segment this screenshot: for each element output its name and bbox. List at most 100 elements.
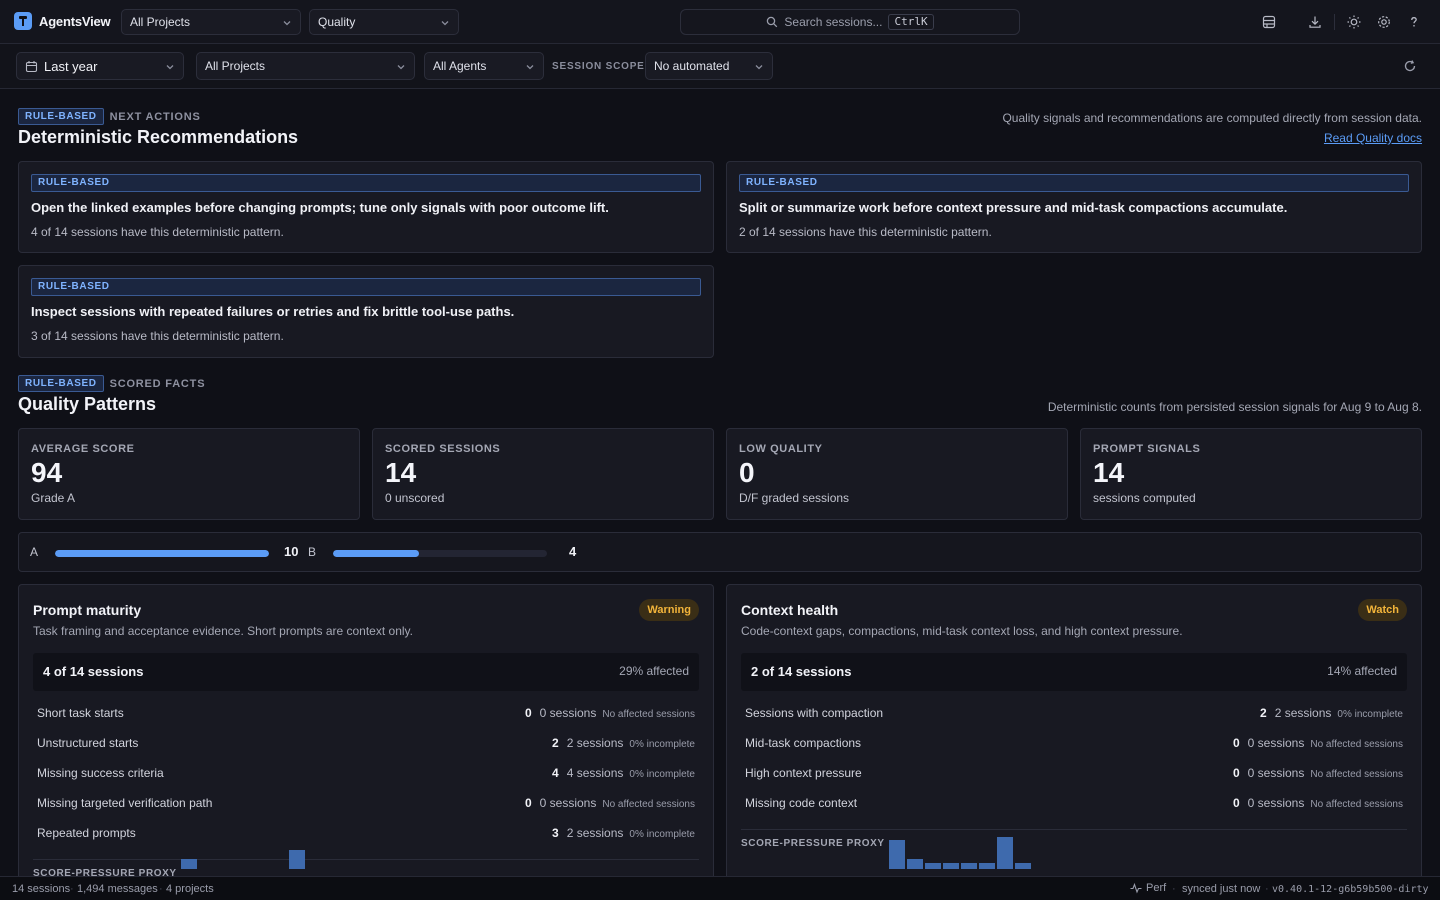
database-icon[interactable] — [1261, 14, 1277, 30]
proxy-bar — [943, 863, 959, 869]
stat-value: 94 — [31, 457, 63, 488]
signal-label: Sessions with compaction — [745, 706, 884, 720]
chevron-down-icon — [755, 65, 763, 70]
recommendation-subtitle: 4 of 14 sessions have this deterministic… — [31, 225, 284, 239]
signal-row[interactable]: Repeated prompts 3 2 sessions 0% incomplet… — [37, 824, 695, 844]
status-badge: Watch — [1358, 599, 1407, 621]
download-icon[interactable] — [1307, 14, 1323, 30]
recommendation-subtitle: 3 of 14 sessions have this deterministic… — [31, 329, 284, 343]
chevron-down-icon — [526, 65, 534, 70]
signal-status: No affected sessions — [1310, 799, 1403, 810]
stat-card-low-quality: LOW QUALITY 0 D/F graded sessions — [726, 428, 1068, 520]
session-scope-value: No automated — [654, 59, 730, 73]
filter-bar: Last year All Projects All Agents No aut… — [0, 44, 1440, 89]
help-icon[interactable] — [1406, 14, 1422, 30]
gear-icon[interactable] — [1376, 14, 1392, 30]
section-title: Quality Patterns — [18, 394, 157, 414]
view-select-value: Quality — [318, 15, 356, 29]
signal-row[interactable]: Missing code context 0 0 sessions No affec… — [745, 794, 1403, 814]
signal-label: High context pressure — [745, 766, 862, 780]
project-filter-select[interactable]: All Projects — [196, 52, 415, 80]
signal-status: No affected sessions — [1310, 769, 1403, 780]
date-range-select[interactable]: Last year — [16, 52, 184, 80]
session-scope-label: SESSION SCOPE — [552, 61, 645, 72]
proxy-bar — [889, 840, 905, 869]
grade-bar — [55, 550, 269, 557]
recommendation-title: Open the linked examples before changing… — [31, 200, 609, 215]
stat-subtitle: 0 unscored — [385, 491, 445, 505]
agents-select[interactable]: All Agents — [424, 52, 544, 80]
app-logo[interactable]: AgentsView — [14, 12, 111, 30]
panel-summary: 4 of 14 sessions 29% affected — [33, 653, 699, 691]
perf-button[interactable]: Perf — [1130, 882, 1166, 894]
signal-sessions: 0 sessions — [1247, 736, 1305, 750]
sun-icon[interactable] — [1346, 14, 1362, 30]
stat-card-scored-sessions: SCORED SESSIONS 14 0 unscored — [372, 428, 714, 520]
proxy-label: SCORE-PRESSURE PROXY — [33, 868, 177, 876]
panel-description: Code-context gaps, compactions, mid-task… — [741, 624, 1183, 638]
signal-count: 0 — [1232, 796, 1240, 810]
rule-based-badge: RULE-BASED — [18, 108, 104, 125]
stat-value: 14 — [1093, 457, 1125, 488]
rule-based-badge: RULE-BASED — [18, 375, 104, 392]
section-title: Deterministic Recommendations — [18, 127, 299, 147]
grade-count: 4 — [569, 544, 577, 559]
signal-row[interactable]: Missing targeted verification path 0 0 se… — [37, 794, 695, 814]
signal-row[interactable]: High context pressure 0 0 sessions No affe… — [745, 764, 1403, 784]
panel-description: Task framing and acceptance evidence. Sh… — [33, 624, 413, 638]
signal-status: No affected sessions — [1310, 739, 1403, 750]
separator-dot: · — [1172, 883, 1176, 895]
proxy-bar — [997, 837, 1013, 869]
signal-row[interactable]: Missing success criteria 4 4 sessions 0% i… — [37, 764, 695, 784]
panel-divider — [33, 859, 699, 860]
stat-label: LOW QUALITY — [739, 443, 823, 455]
recommendation-card[interactable]: RULE-BASED Inspect sessions with repeate… — [18, 265, 714, 358]
signal-label: Mid-task compactions — [745, 736, 862, 750]
grade-bar — [333, 550, 547, 557]
grade-bar-fill — [333, 550, 419, 557]
panel-title: Prompt maturity — [33, 602, 142, 618]
signal-status: No affected sessions — [602, 709, 695, 720]
recommendation-title: Split or summarize work before context p… — [739, 200, 1288, 215]
pulse-icon — [1130, 882, 1142, 894]
signal-row[interactable]: Unstructured starts 2 2 sessions 0% incomp… — [37, 734, 695, 754]
summary-count: 2 of 14 sessions — [751, 664, 852, 679]
view-select[interactable]: Quality — [309, 9, 459, 35]
footer-messages: 1,494 messages — [77, 883, 158, 895]
signal-row[interactable]: Mid-task compactions 0 0 sessions No affec… — [745, 734, 1403, 754]
signal-status: 0% incomplete — [1337, 709, 1403, 720]
signal-row[interactable]: Short task starts 0 0 sessions No affected… — [37, 704, 695, 724]
patterns-header: RULE-BASED SCORED FACTS — [18, 375, 205, 392]
signal-sessions: 4 sessions — [566, 766, 624, 780]
version-label: v0.40.1-12-g6b59b500-dirty — [1272, 884, 1429, 895]
session-scope-select[interactable]: No automated — [645, 52, 773, 80]
status-bar: 14 sessions · 1,494 messages · 4 project… — [0, 876, 1440, 900]
search-icon — [767, 16, 778, 28]
signal-count: 0 — [524, 796, 532, 810]
signal-sessions: 2 sessions — [566, 736, 624, 750]
search-input[interactable]: Search sessions... CtrlK — [680, 9, 1020, 35]
signal-count: 2 — [552, 736, 559, 750]
grade-letter: A — [30, 545, 39, 559]
separator-dot: · — [70, 883, 74, 895]
recommendation-card[interactable]: RULE-BASED Split or summarize work befor… — [726, 161, 1422, 253]
footer-projects: 4 projects — [166, 883, 214, 895]
grade-bar-fill — [55, 550, 269, 557]
signal-label: Missing code context — [745, 796, 858, 810]
signal-row[interactable]: Sessions with compaction 2 2 sessions 0% i… — [745, 704, 1403, 724]
perf-label: Perf — [1146, 882, 1167, 894]
grade-letter: B — [308, 545, 317, 559]
quality-docs-link[interactable]: Read Quality docs — [1324, 131, 1422, 145]
proxy-bar — [289, 850, 305, 869]
panel-divider — [741, 829, 1407, 830]
stat-value: 0 — [739, 457, 755, 488]
grade-count: 10 — [284, 544, 299, 559]
calendar-icon — [25, 60, 38, 72]
recommendation-card[interactable]: RULE-BASED Open the linked examples befo… — [18, 161, 714, 253]
recommendation-title: Inspect sessions with repeated failures … — [31, 304, 515, 319]
prompt-maturity-panel: Prompt maturity Warning Task framing and… — [18, 584, 714, 876]
project-select[interactable]: All Projects — [121, 9, 301, 35]
refresh-icon[interactable] — [1403, 59, 1417, 73]
proxy-bar — [979, 863, 995, 869]
chevron-down-icon — [166, 65, 174, 70]
